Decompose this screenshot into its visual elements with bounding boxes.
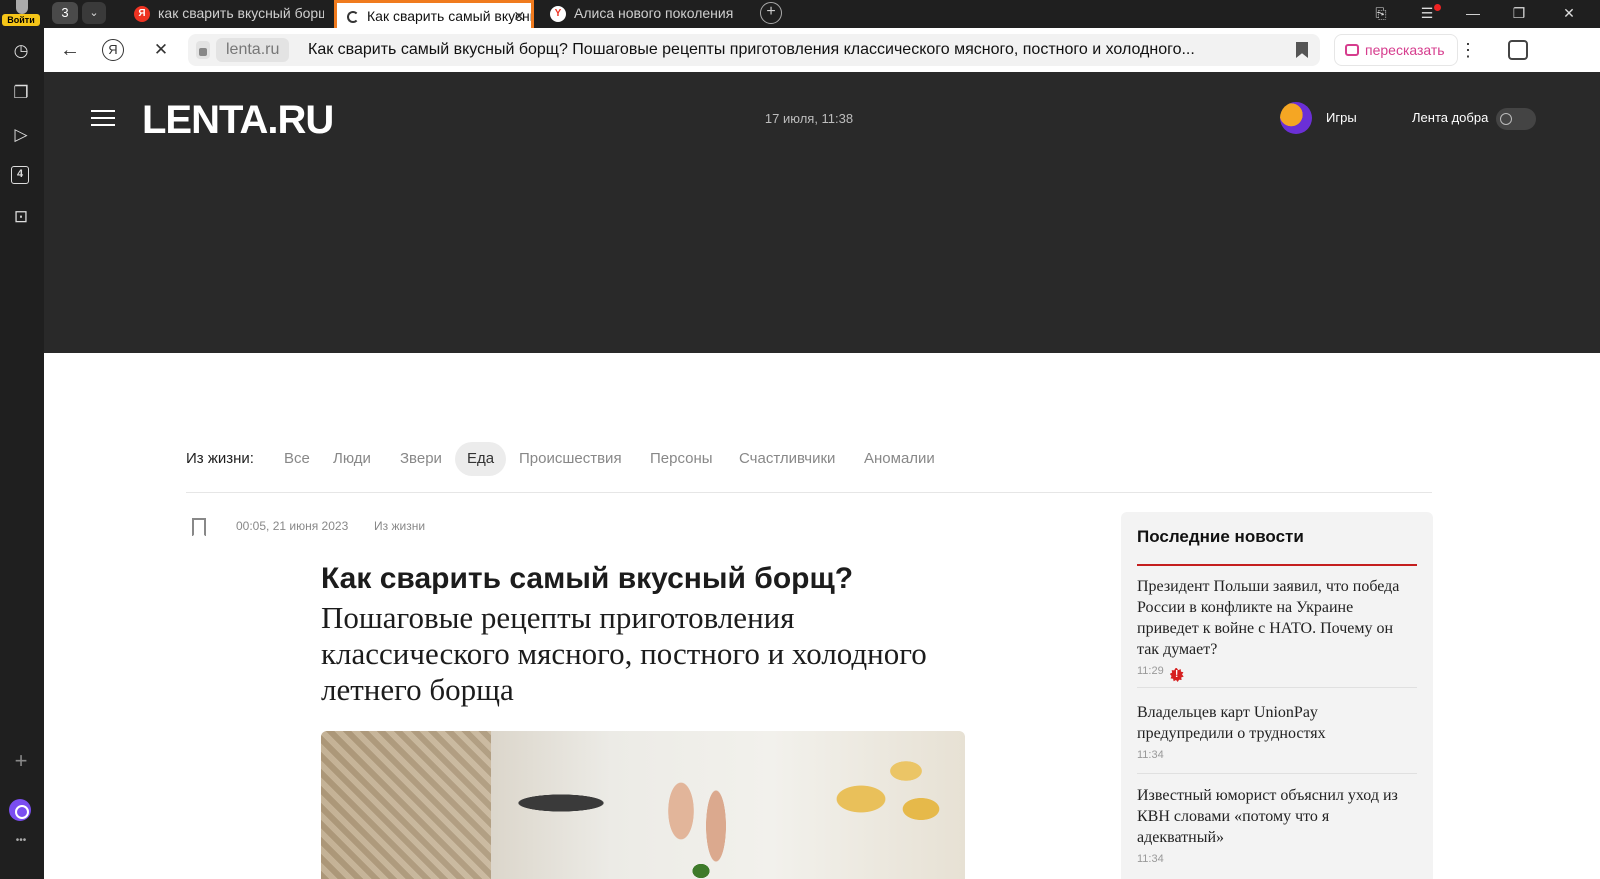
article-subtitle: Пошаговые рецепты приготовления классиче… [321,600,927,707]
screenshot-icon[interactable]: ⊡ [8,204,34,230]
games-icon [1280,102,1312,134]
news-item-title[interactable]: Президент Польши заявил, что победа Росс… [1137,576,1417,660]
history-icon[interactable]: ◷ [8,38,34,64]
games-label: Игры [1326,110,1357,125]
tab-strip: Войти 3 ⌄ Якак сварить вкусный борщ Как … [0,0,1600,34]
collections-icon[interactable]: ❐ [8,80,34,106]
restore-button[interactable]: ❐ [1504,0,1534,26]
news-item[interactable]: Известный юморист объяснил уход из КВН с… [1137,785,1417,879]
tab-search[interactable]: Якак сварить вкусный борщ [134,0,324,26]
tab-alice[interactable]: Y Алиса нового поколения [550,0,740,26]
yandex-browser-favicon-icon: Y [550,6,566,23]
news-item-time: 11:29 [1137,665,1164,677]
notification-dot [1434,4,1441,11]
site-logo[interactable]: LENTA.RU [142,98,334,142]
new-tab-button[interactable]: + [760,2,782,24]
category-all[interactable]: Все [272,442,322,476]
lock-icon[interactable] [196,41,210,59]
tab-title: Алиса нового поколения [574,5,734,21]
user-icon [16,0,28,14]
article-image [321,731,965,879]
latest-news-heading: Последние новости [1137,526,1417,566]
category-people[interactable]: Люди [321,442,383,476]
tab-counter[interactable]: 3 [52,2,78,24]
news-item-time: 11:34 [1137,853,1164,865]
article-title: Как сварить самый вкусный борщ? [321,562,854,595]
category-persons[interactable]: Персоны [638,442,725,476]
image-apron-texture [321,731,491,879]
retell-button[interactable]: пересказать [1334,34,1458,66]
header-date: 17 июля, 11:38 [764,111,854,126]
bookmarks-icon[interactable]: ⎘ [1366,0,1396,26]
category-anomalies[interactable]: Аномалии [852,442,947,476]
page-title-in-omnibox[interactable]: Как сварить самый вкусный борщ? Пошаговы… [308,34,1248,66]
alice-icon[interactable] [9,799,31,821]
category-animals[interactable]: Звери [388,442,454,476]
close-window-button[interactable]: ✕ [1554,0,1584,26]
more-icon[interactable]: ••• [8,828,34,854]
category-food[interactable]: Еда [455,442,507,476]
close-tab-icon[interactable]: ✕ [513,3,525,29]
web-page: LENTA.RU 17 июля, 11:38 Игры Лента добра… [44,72,1600,879]
news-item-time-row: 11:29! [1137,662,1417,682]
category-nav: Из жизни: Все Люди Звери Еда Происшестви… [186,442,1432,493]
video-icon[interactable]: ▷ [8,122,34,148]
more-options-icon[interactable]: ⋮ [1458,36,1478,64]
add-panel-icon[interactable]: + [8,748,34,774]
news-item-time: 11:34 [1137,749,1164,761]
browser-sidebar: ◷ ❐ ▷ 4 ⊡ + ••• [0,28,44,879]
yandex-favicon-icon: Я [134,6,150,23]
latest-news-widget: Последние новости Президент Польши заяви… [1121,512,1433,879]
kind-feed-toggle[interactable] [1496,108,1536,130]
category-incidents[interactable]: Происшествия [507,442,634,476]
news-item-title[interactable]: Известный юморист объяснил уход из КВН с… [1137,785,1417,848]
counter-icon[interactable]: 4 [11,166,29,184]
tab-title: как сварить вкусный борщ [158,5,324,21]
news-item[interactable]: Владельцев карт UnionPay предупредили о … [1137,702,1417,774]
retell-icon [1345,44,1359,56]
hot-news-icon: ! [1169,668,1184,682]
news-item[interactable]: Президент Польши заявил, что победа Росс… [1137,576,1417,688]
loading-spinner-icon [347,11,359,24]
kind-feed-label: Лента добра [1412,110,1489,125]
yandex-button[interactable]: Я [102,39,124,61]
hamburger-menu-icon[interactable] [91,110,115,126]
news-item-title[interactable]: Владельцев карт UnionPay предупредили о … [1137,702,1417,744]
extensions-icon[interactable] [1508,40,1528,60]
bookmark-icon[interactable] [1296,42,1308,58]
chevron-down-icon[interactable]: ⌄ [82,2,106,24]
login-button[interactable]: Войти [2,0,40,28]
omnibox[interactable]: lenta.ru Как сварить самый вкусный борщ?… [188,34,1320,66]
minimize-button[interactable]: — [1458,0,1488,26]
domain-label[interactable]: lenta.ru [216,38,290,62]
stop-loading-button[interactable]: ✕ [147,36,175,64]
category-lucky[interactable]: Счастливчики [727,442,847,476]
address-bar-row: ← Я ✕ lenta.ru Как сварить самый вкусный… [44,28,1600,72]
site-header: LENTA.RU 17 июля, 11:38 Игры Лента добра [44,72,1600,353]
category-label: Из жизни: [186,450,254,467]
article-rubric[interactable]: Из жизни [374,517,425,535]
browser-window: Войти 3 ⌄ Якак сварить вкусный борщ Как … [0,0,1600,879]
login-label: Войти [2,14,40,26]
article-datetime: 00:05, 21 июня 2023 [236,519,349,533]
retell-label: пересказать [1365,42,1445,58]
tab-title: Как сварить самый вкусный [367,8,534,24]
back-button[interactable]: ← [56,36,84,64]
article-bookmark-icon[interactable] [192,518,206,536]
